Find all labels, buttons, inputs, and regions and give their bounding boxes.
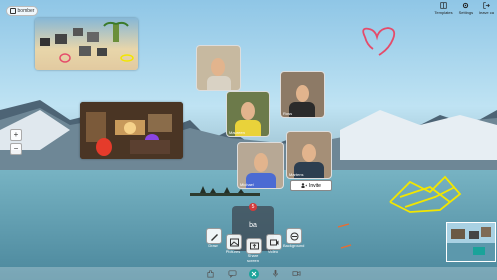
virtual-room-card[interactable]	[80, 102, 183, 159]
notification-badge: 5	[249, 203, 257, 211]
pictures-label: Pictures	[225, 249, 241, 254]
leave-icon	[483, 2, 490, 9]
video-tile[interactable]: Ross	[280, 71, 325, 118]
participant-body	[289, 102, 315, 117]
leave-call-label: leave ca	[479, 10, 494, 15]
templates-icon	[440, 2, 447, 9]
virtual-room-image	[80, 102, 183, 159]
room-icon	[9, 8, 16, 14]
beach-scene-image	[40, 21, 134, 63]
participant-name: Maureen	[229, 130, 245, 135]
participant-body	[207, 76, 231, 90]
share-screen-button[interactable]	[246, 238, 262, 254]
top-toolbar: Templates Settings leave ca	[434, 2, 494, 15]
camera-icon[interactable]	[292, 269, 301, 278]
invite-label: Invite	[309, 182, 321, 189]
heart-drawing	[362, 27, 396, 56]
background-label: Background	[283, 243, 305, 248]
video-icon	[269, 239, 278, 245]
microphone-icon[interactable]	[271, 269, 280, 278]
settings-button[interactable]: Settings	[459, 2, 473, 15]
share-screen-label: Share screen	[246, 253, 259, 263]
minimap-image	[447, 223, 495, 261]
hand-icon[interactable]	[206, 269, 215, 278]
participant-face	[241, 102, 255, 120]
video-tile[interactable]: Martens	[286, 131, 332, 179]
share-screen-icon	[249, 242, 259, 249]
room-badge-label: bomber	[17, 8, 35, 14]
video-tile[interactable]: Michael	[237, 142, 284, 189]
background-button[interactable]	[286, 228, 302, 244]
gear-icon	[463, 2, 469, 9]
templates-button[interactable]: Templates	[434, 2, 453, 15]
participant-name: Ross	[283, 111, 293, 116]
beach-scene-card[interactable]	[35, 18, 138, 70]
participant-name: Martens	[289, 172, 304, 177]
canvas-stage[interactable]: bomber Templates Settings leave ca Maure…	[0, 0, 497, 280]
user-plus-icon	[301, 183, 308, 188]
zoom-in-button[interactable]: +	[10, 129, 22, 141]
background-icon	[290, 232, 298, 240]
chat-icon[interactable]	[228, 269, 237, 278]
video-tile[interactable]	[196, 45, 241, 91]
settings-label: Settings	[458, 10, 474, 15]
video-button[interactable]	[266, 234, 282, 250]
templates-label: Templates	[434, 10, 453, 15]
room-badge[interactable]: bomber	[6, 6, 38, 16]
participant-name: Michael	[240, 182, 254, 187]
minimap[interactable]	[446, 222, 496, 262]
close-icon[interactable]	[249, 269, 259, 279]
leave-call-button[interactable]: leave ca	[479, 2, 494, 15]
zoom-out-button[interactable]: −	[10, 143, 22, 155]
participant-face	[302, 144, 316, 162]
image-icon	[229, 238, 239, 246]
yellow-scribble	[389, 175, 462, 213]
participant-face	[296, 85, 309, 102]
video-tile[interactable]: Maureen	[226, 91, 270, 137]
pen-icon	[210, 233, 218, 241]
participant-face	[254, 153, 268, 172]
invite-button[interactable]: Invite	[290, 180, 332, 191]
video-label: Video	[267, 249, 279, 254]
pictures-button[interactable]	[226, 234, 242, 250]
draw-button[interactable]	[206, 228, 222, 244]
participant-face	[211, 58, 225, 76]
draw-label: Draw	[208, 243, 218, 248]
orange-marks	[337, 223, 352, 249]
self-avatar: ba	[249, 222, 257, 229]
